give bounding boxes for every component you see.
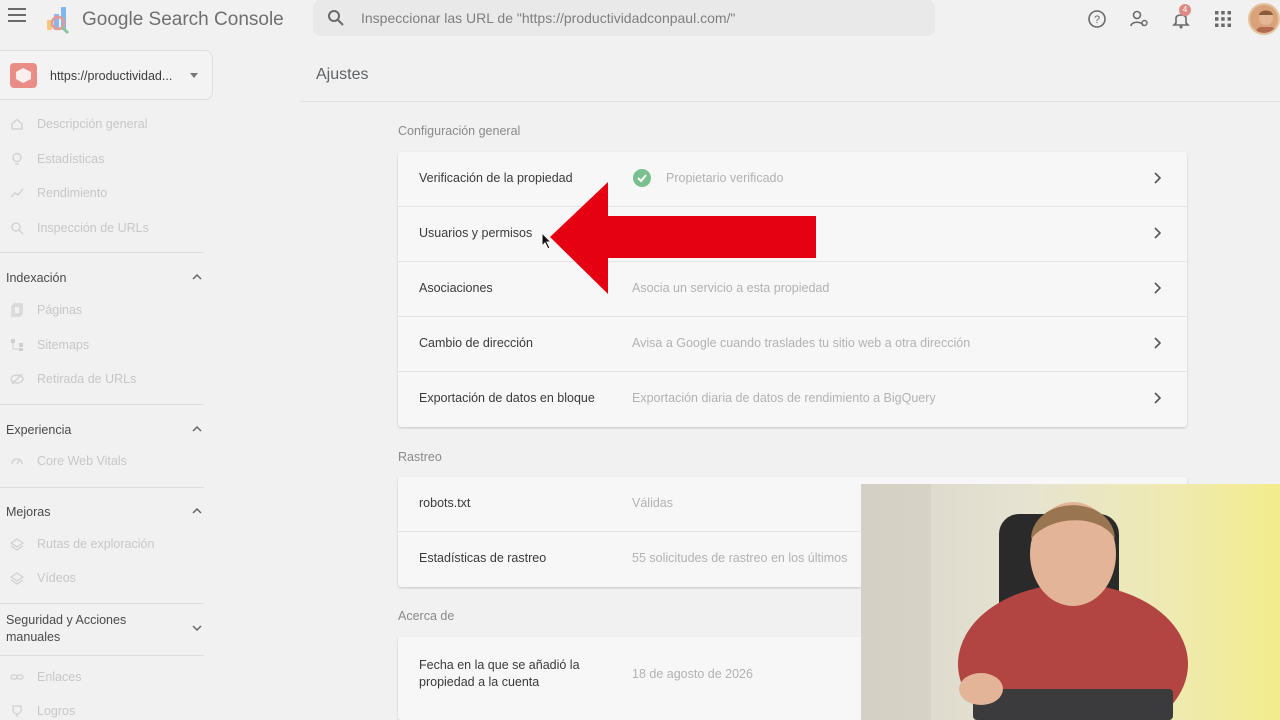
svg-text:?: ? [1094,14,1100,26]
pages-icon [11,303,23,317]
top-bar: Google Search Console ? 4 [0,0,1280,40]
row-value: Exportación diaria de datos de rendimien… [632,391,936,405]
sidebar-item-achievements[interactable]: Logros [0,699,210,720]
property-selector[interactable]: https://productividad... [0,50,213,100]
home-icon [11,118,23,130]
sidebar-divider [0,603,204,604]
row-label: Fecha en la que se añadió la propiedad a… [419,658,580,689]
row-value: 55 solicitudes de rastreo en los últimos [632,551,848,565]
search-icon [328,10,344,26]
sidebar-section-experience[interactable]: Experiencia [6,421,204,441]
setting-row-change-of-address[interactable]: Cambio de dirección Avisa a Google cuand… [398,317,1187,372]
section-title-about: Acerca de [398,609,455,623]
sidebar-item-label: Rutas de exploración [37,537,155,551]
section-label: Seguridad y Acciones manuales [6,613,127,644]
manage-account-icon[interactable] [1129,9,1149,29]
sidebar-item-label: Sitemaps [37,338,90,352]
chevron-up-icon [192,273,202,280]
sidebar-item-pages[interactable]: Páginas [0,298,210,324]
notification-count-badge: 4 [1179,4,1191,16]
sidebar-section-security[interactable]: Seguridad y Acciones manuales [6,612,204,648]
sidebar-item-breadcrumbs[interactable]: Rutas de exploración [0,532,210,558]
row-label: Exportación de datos en bloque [419,391,595,405]
sidebar-item-insights[interactable]: Estadísticas [0,147,210,173]
sidebar-item-label: Páginas [37,303,83,317]
sidebar-item-label: Logros [37,704,76,718]
sidebar-divider [0,655,204,656]
sidebar-item-label: Enlaces [37,670,82,684]
mouse-cursor-icon [541,232,553,250]
search-input[interactable] [361,6,921,30]
speed-icon [11,458,23,465]
lightbulb-icon [12,152,22,165]
chevron-down-icon [190,73,198,78]
app-title: Google Search Console [82,9,284,30]
row-label: Usuarios y permisos [419,226,533,240]
sidebar-item-label: Estadísticas [37,152,105,166]
chevron-right-icon [1154,227,1161,239]
header-divider [300,101,1280,102]
sidebar-item-label: Descripción general [37,117,148,131]
row-label: Asociaciones [419,281,493,295]
row-label: robots.txt [419,496,471,510]
row-value: Válidas [632,496,673,510]
user-avatar[interactable] [1248,3,1280,35]
section-label: Mejoras [6,505,51,519]
layers-icon [10,538,24,551]
search-console-logo [47,7,70,34]
link-icon [10,674,24,680]
sidebar-item-label: Retirada de URLs [37,372,137,386]
section-title-general: Configuración general [398,124,521,138]
sidebar-item-performance[interactable]: Rendimiento [0,181,210,207]
sidebar-item-overview[interactable]: Descripción general [0,112,210,138]
apps-grid-icon[interactable] [1213,9,1233,29]
trophy-icon [12,705,22,717]
sidebar-divider [0,252,204,253]
chevron-up-icon [192,507,202,514]
section-label: Indexación [6,271,67,285]
chevron-right-icon [1154,337,1161,349]
search-icon [11,222,24,235]
page-title: Ajustes [316,66,369,83]
help-icon[interactable]: ? [1087,9,1107,29]
url-inspection-search[interactable] [313,0,935,36]
sidebar-item-label: Rendimiento [37,186,108,200]
row-value: Avisa a Google cuando traslades tu sitio… [632,336,971,350]
sitemap-icon [11,339,23,351]
sidebar-item-sitemaps[interactable]: Sitemaps [0,333,210,359]
sidebar-item-core-web-vitals[interactable]: Core Web Vitals [0,449,210,475]
row-label: Estadísticas de rastreo [419,551,547,565]
row-value: 18 de agosto de 2026 [632,667,753,681]
chevron-right-icon [1154,172,1161,184]
sidebar-item-label: Inspección de URLs [37,221,149,235]
section-label: Experiencia [6,423,72,437]
chevron-right-icon [1154,392,1161,404]
row-label: Cambio de dirección [419,336,533,350]
sidebar-divider [0,404,204,405]
sidebar-item-label: Vídeos [37,571,76,585]
main-menu-icon[interactable] [8,8,26,22]
sidebar-item-label: Core Web Vitals [37,454,127,468]
sidebar-section-indexing[interactable]: Indexación [6,269,204,289]
sidebar-section-enhancements[interactable]: Mejoras [6,503,204,523]
chevron-up-icon [192,425,202,432]
chevron-right-icon [1154,282,1161,294]
property-url: https://productividad... [50,69,173,83]
layers-icon [10,572,24,585]
trending-up-icon [10,188,24,198]
section-title-crawling: Rastreo [398,450,442,464]
setting-row-bulk-export[interactable]: Exportación de datos en bloque Exportaci… [398,372,1187,427]
sidebar-item-videos[interactable]: Vídeos [0,566,210,592]
chevron-down-icon [192,625,202,632]
visibility-off-icon [10,373,24,385]
sidebar-divider [0,487,204,488]
property-logo [10,63,37,88]
sidebar-item-removals[interactable]: Retirada de URLs [0,367,210,393]
red-arrow-annotation [550,182,816,294]
sidebar-item-url-inspection[interactable]: Inspección de URLs [0,216,210,242]
sidebar-item-links[interactable]: Enlaces [0,665,210,691]
webcam-overlay [861,484,1280,720]
